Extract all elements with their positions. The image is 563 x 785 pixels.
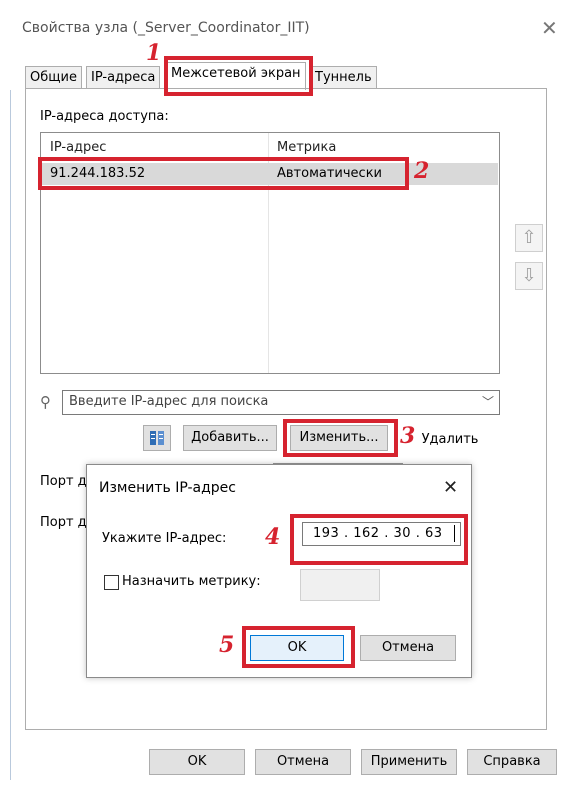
tab-ip-addresses[interactable]: IP-адреса (86, 66, 161, 89)
highlight-ok (242, 626, 355, 668)
close-icon[interactable]: ✕ (443, 477, 458, 498)
arrow-down-icon[interactable]: ⇩ (515, 262, 543, 290)
metric-checkbox[interactable] (104, 575, 119, 590)
highlight-edit (283, 419, 398, 457)
dialog-title: Изменить IP-адрес (99, 480, 236, 496)
highlight-ip-field (290, 514, 468, 565)
cancel-button[interactable]: Отмена (255, 749, 351, 775)
window-title: Свойства узла (_Server_Coordinator_IIT) (22, 20, 310, 36)
metric-label: Назначить метрику: (122, 574, 261, 589)
chevron-down-icon[interactable]: ﹀ (482, 393, 494, 410)
port-label-2: Порт д (40, 515, 87, 530)
marker-1: 1 (146, 40, 162, 66)
close-icon[interactable]: ✕ (541, 16, 558, 40)
add-button[interactable]: Добавить... (183, 425, 277, 451)
dialog-cancel-button[interactable]: Отмена (360, 635, 456, 661)
ok-button[interactable]: OK (149, 749, 245, 775)
column-header-ip[interactable]: IP-адрес (50, 140, 106, 155)
tab-tunnel[interactable]: Туннель (310, 66, 377, 89)
marker-5: 5 (219, 632, 235, 658)
arrow-up-icon[interactable]: ⇧ (515, 224, 543, 252)
marker-3: 3 (400, 423, 416, 449)
tab-general[interactable]: Общие (25, 66, 82, 89)
marker-4: 4 (265, 524, 281, 550)
column-header-metric[interactable]: Метрика (277, 140, 336, 155)
delete-button[interactable]: Удалить (414, 427, 486, 453)
help-button[interactable]: Справка (467, 749, 557, 775)
marker-2: 2 (414, 158, 430, 184)
search-input[interactable]: Введите IP-адрес для поиска ﹀ (62, 390, 500, 415)
window-left-edge (0, 90, 11, 780)
apply-button[interactable]: Применить (361, 749, 457, 775)
metric-field (300, 569, 380, 601)
port-label-1: Порт д (40, 474, 87, 489)
search-icon: ⚲ (40, 393, 51, 411)
highlight-row (38, 157, 409, 190)
search-placeholder: Введите IP-адрес для поиска (69, 394, 269, 409)
highlight-tab (164, 56, 313, 96)
ip-label: Укажите IP-адрес: (102, 531, 227, 546)
import-icon[interactable] (143, 425, 171, 451)
access-label: IP-адреса доступа: (40, 109, 169, 124)
